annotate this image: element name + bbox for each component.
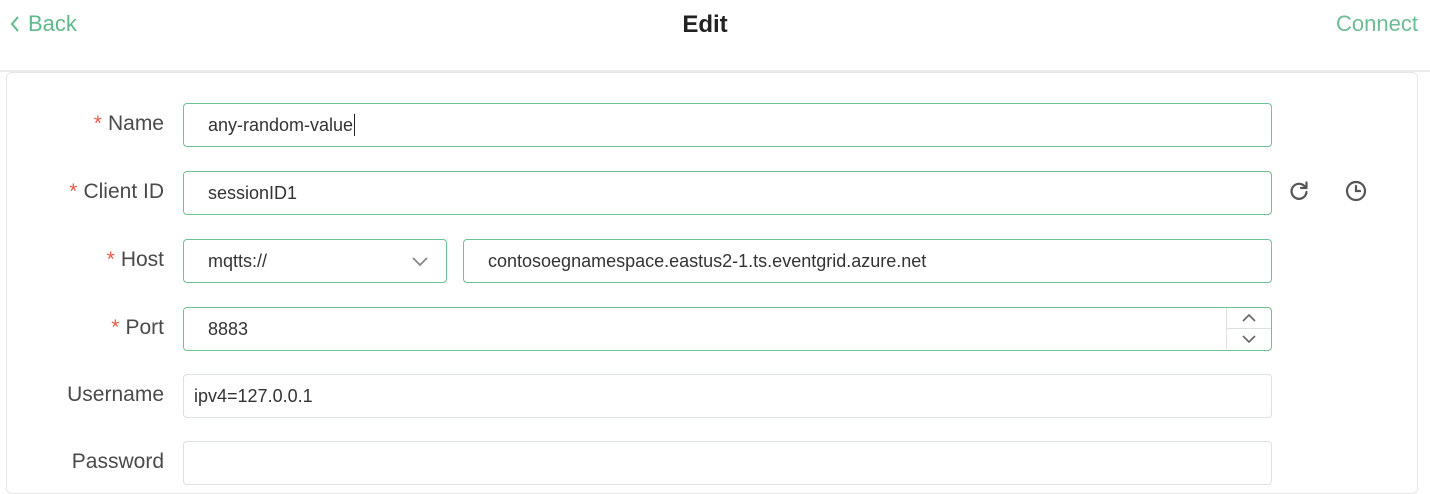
protocol-value: mqtts:// [208,250,268,271]
name-label: * Name [93,112,164,135]
refresh-icon[interactable] [1287,179,1311,203]
chevron-down-icon [1242,335,1256,344]
host-value: contosoegnamespace.eastus2-1.ts.eventgri… [488,250,927,271]
decrement-button[interactable] [1227,329,1271,349]
port-value: 8883 [208,318,249,339]
chevron-down-icon [412,257,428,267]
top-bar: Back Edit Connect [0,0,1430,72]
client-id-label: * Client ID [69,180,164,203]
protocol-select[interactable]: mqtts:// [183,239,447,283]
username-label: Username [67,383,164,406]
host-label: * Host [106,248,164,271]
client-id-value: sessionID1 [208,182,298,203]
text-cursor [354,114,356,136]
connect-button[interactable]: Connect [1336,11,1418,37]
name-input[interactable]: any-random-value [183,103,1272,147]
required-marker: * [69,180,78,203]
port-stepper [1226,308,1271,349]
required-marker: * [93,112,102,135]
username-input[interactable]: ipv4=127.0.0.1 [183,374,1272,418]
username-value: ipv4=127.0.0.1 [194,385,313,406]
increment-button[interactable] [1227,308,1271,329]
chevron-up-icon [1242,313,1256,322]
password-label: Password [71,450,164,473]
password-input[interactable] [183,441,1272,485]
port-input[interactable]: 8883 [183,307,1272,351]
page-title: Edit [682,11,728,38]
port-label: * Port [111,316,164,339]
clock-icon[interactable] [1344,179,1368,203]
client-id-input[interactable]: sessionID1 [183,171,1272,215]
name-value: any-random-value [208,114,354,135]
required-marker: * [106,248,115,271]
required-marker: * [111,316,120,339]
host-input[interactable]: contosoegnamespace.eastus2-1.ts.eventgri… [463,239,1272,283]
